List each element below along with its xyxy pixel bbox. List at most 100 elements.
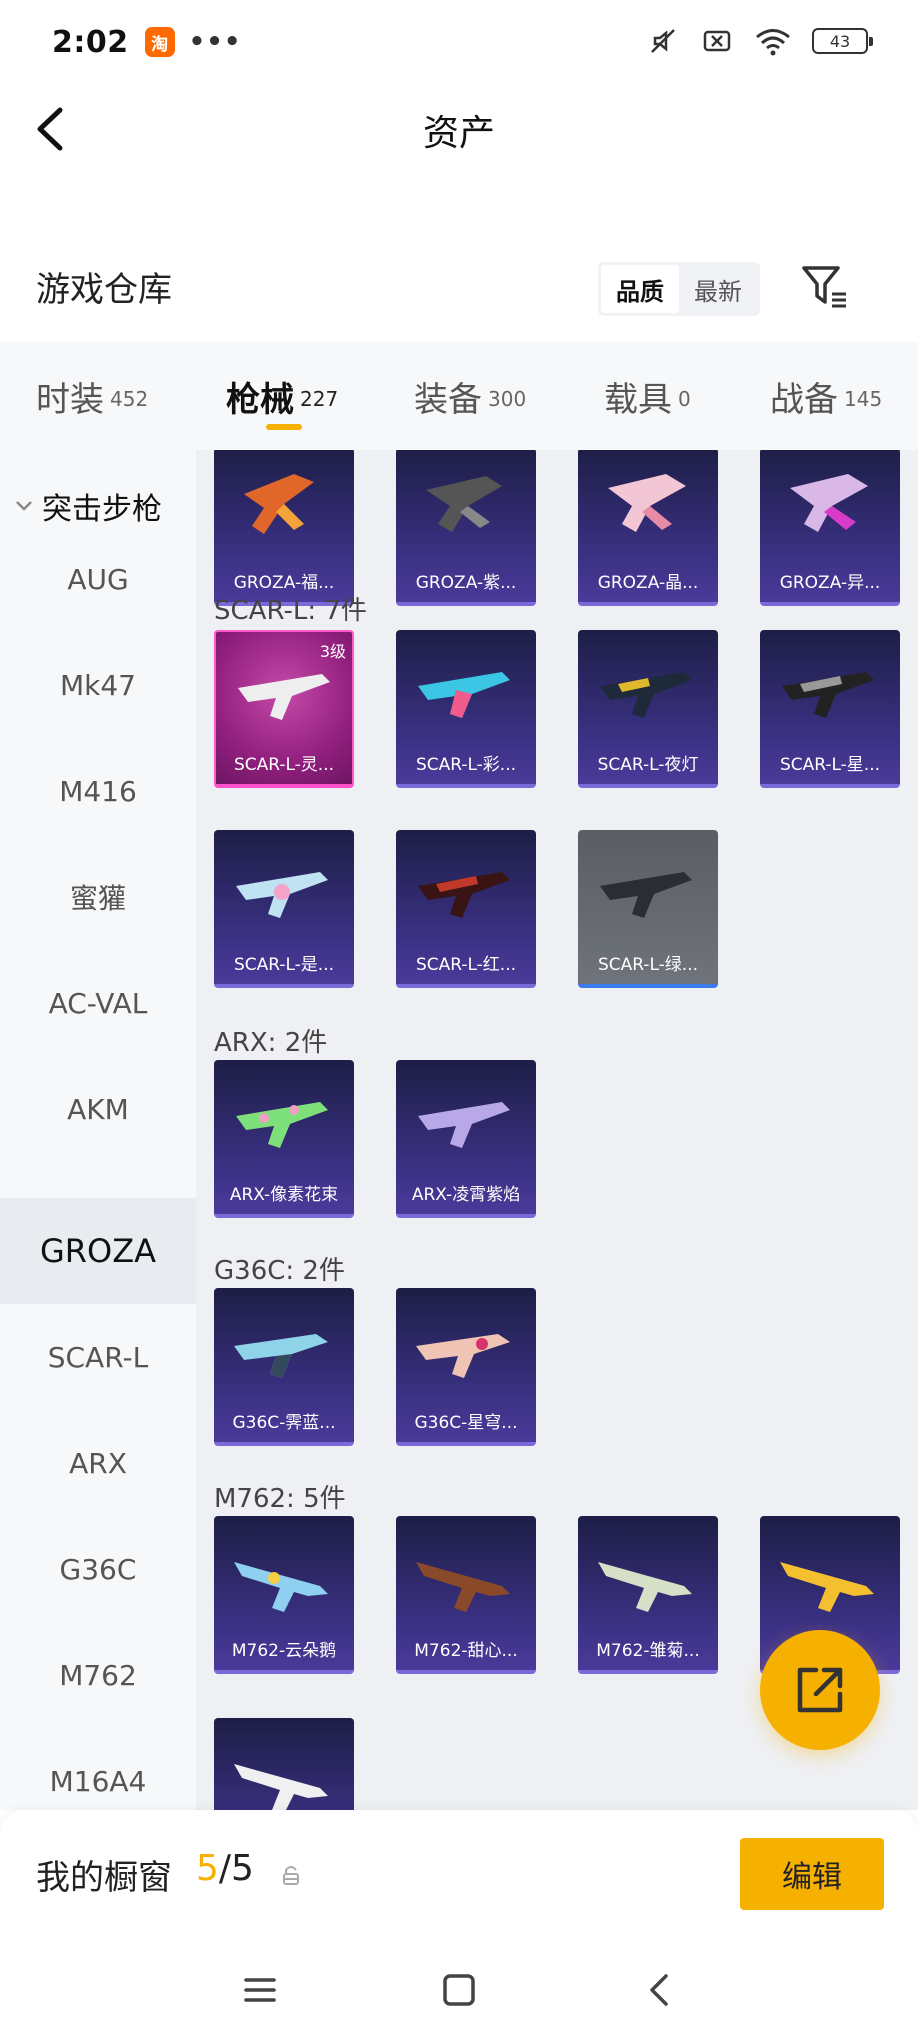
sidebar-item-m762[interactable]: M762 (0, 1622, 196, 1728)
tab-count: 452 (110, 387, 149, 411)
sidebar-item-aug[interactable]: AUG (0, 526, 196, 632)
sidebar-item-m416[interactable]: M416 (0, 738, 196, 844)
sidebar-group-assault-rifles[interactable]: 突击步枪 (14, 484, 162, 528)
sidebar-group-label: 突击步枪 (42, 492, 162, 527)
skin-card[interactable]: SCAR-L-星... (760, 630, 900, 788)
sort-toggle: 品质 最新 (598, 262, 760, 316)
tab-count: 145 (844, 387, 883, 411)
skin-card[interactable]: ARX-凌霄紫焰 (396, 1060, 536, 1218)
tab-count: 0 (678, 387, 691, 411)
weapon-skin-icon (234, 1764, 328, 1810)
weapon-skin-icon (600, 672, 692, 718)
sort-quality-option[interactable]: 品质 (601, 265, 679, 313)
tab-count: 227 (300, 387, 339, 411)
tab-vehicles[interactable]: 载具 0 (604, 372, 691, 421)
weapon-skin-icon (418, 872, 510, 918)
weapon-skin-icon (418, 1102, 510, 1148)
skin-name: ARX-像素花束 (229, 1185, 339, 1205)
skin-card[interactable]: SCAR-L-绿... (578, 830, 718, 988)
weapon-skin-icon (598, 1562, 692, 1612)
tab-equipment[interactable]: 装备 300 (414, 372, 526, 421)
home-icon[interactable] (439, 1970, 479, 2010)
weapon-skin-icon (234, 1562, 328, 1612)
skin-card[interactable]: SCAR-L-是... (214, 830, 354, 988)
skin-card[interactable]: GROZA-晶... (578, 450, 718, 606)
tab-label: 枪械 (226, 380, 294, 420)
skin-card[interactable]: G36C-霁蓝... (214, 1288, 354, 1446)
sidebar-item-g36c[interactable]: G36C (0, 1516, 196, 1622)
weapon-skin-icon (790, 474, 868, 532)
back-nav-icon[interactable] (640, 1970, 680, 2010)
taobao-app-icon: 淘 (144, 27, 175, 57)
skin-name: G36C-星穹... (414, 1413, 518, 1433)
menu-icon[interactable] (240, 1970, 280, 2010)
skin-card[interactable]: 3级 SCAR-L-灵... (214, 630, 354, 788)
section-title-m762: M762: 5件 (214, 1484, 346, 1514)
tab-count: 300 (488, 387, 527, 411)
skin-name: SCAR-L-彩... (415, 755, 517, 775)
tab-battle-gear[interactable]: 战备 145 (770, 372, 882, 421)
filter-icon[interactable] (800, 262, 850, 312)
showcase-total: /5 (218, 1848, 254, 1889)
showcase-bar: 我的橱窗 5/5 编辑 (0, 1810, 918, 1940)
weapon-skin-icon (236, 872, 328, 918)
share-external-icon (797, 1667, 843, 1713)
skin-card[interactable]: M762-云朵鹅 (214, 1516, 354, 1674)
skin-name: SCAR-L-是... (233, 955, 335, 975)
tab-label: 装备 (414, 380, 482, 420)
weapon-skin-icon (238, 674, 330, 720)
wifi-icon (756, 29, 790, 56)
share-button[interactable] (760, 1630, 880, 1750)
edit-button[interactable]: 编辑 (740, 1838, 884, 1910)
tab-label: 战备 (770, 380, 838, 420)
sidebar-item-ac-val[interactable]: AC-VAL (0, 950, 196, 1056)
skin-card[interactable]: GROZA-异... (760, 450, 900, 606)
showcase-label: 我的橱窗 (36, 1858, 172, 1898)
tab-label: 载具 (604, 380, 672, 420)
sidebar-item-m16a4[interactable]: M16A4 (0, 1728, 196, 1810)
skin-card[interactable]: SCAR-L-夜灯 (578, 630, 718, 788)
skin-card[interactable]: G36C-星穹... (396, 1288, 536, 1446)
tab-guns[interactable]: 枪械 227 (226, 372, 338, 421)
showcase-current: 5 (196, 1848, 219, 1889)
sidebar-item-akm[interactable]: AKM (0, 1056, 196, 1162)
weapon-skin-icon (234, 1334, 328, 1378)
skin-card[interactable] (214, 1718, 354, 1810)
weapon-category-sidebar: 突击步枪 AUG Mk47 M416 蜜獾 AC-VAL AKM GROZA S… (0, 450, 196, 1810)
skin-name: SCAR-L-红... (415, 955, 517, 975)
page-title: 资产 (422, 113, 495, 154)
chevron-down-icon (16, 501, 32, 511)
sidebar-item-groza[interactable]: GROZA (0, 1198, 196, 1304)
weapon-skin-icon (236, 1102, 328, 1148)
battery-icon: 43 (812, 28, 873, 54)
no-sim-icon (703, 30, 731, 52)
section-title-g36c: G36C: 2件 (214, 1256, 345, 1286)
weapon-skin-icon (608, 474, 686, 532)
sidebar-item-honey-badger[interactable]: 蜜獾 (0, 844, 196, 950)
category-tabs: 时装 452 枪械 227 装备 300 载具 0 战备 145 (0, 342, 918, 450)
skin-name: M762-甜心... (414, 1641, 518, 1661)
mute-icon (651, 29, 675, 53)
weapon-skin-icon (418, 672, 510, 718)
sort-newest-option[interactable]: 最新 (679, 265, 757, 313)
tab-fashion[interactable]: 时装 452 (36, 372, 148, 421)
skin-card[interactable]: M762-甜心... (396, 1516, 536, 1674)
skin-card[interactable]: M762-雏菊... (578, 1516, 718, 1674)
weapon-skin-grid: GROZA-福... GROZA-紫... GROZA-晶... GROZA-异… (196, 450, 918, 1810)
weapon-skin-icon (244, 474, 314, 534)
skin-card[interactable]: SCAR-L-红... (396, 830, 536, 988)
skin-name: GROZA-异... (779, 573, 881, 593)
skin-name: ARX-凌霄紫焰 (411, 1185, 521, 1205)
sidebar-item-mk47[interactable]: Mk47 (0, 632, 196, 738)
weapon-skin-icon (416, 1562, 510, 1612)
showcase-count: 5/5 (196, 1848, 254, 1889)
sidebar-item-arx[interactable]: ARX (0, 1410, 196, 1516)
skin-name: SCAR-L-绿... (597, 955, 699, 975)
skin-card[interactable]: ARX-像素花束 (214, 1060, 354, 1218)
skin-card[interactable]: SCAR-L-彩... (396, 630, 536, 788)
skin-card[interactable]: GROZA-紫... (396, 450, 536, 606)
weapon-skin-icon (600, 872, 692, 918)
sidebar-item-scar-l[interactable]: SCAR-L (0, 1304, 196, 1410)
status-icons: 43 (646, 24, 873, 58)
skin-card[interactable]: GROZA-福... (214, 450, 354, 606)
